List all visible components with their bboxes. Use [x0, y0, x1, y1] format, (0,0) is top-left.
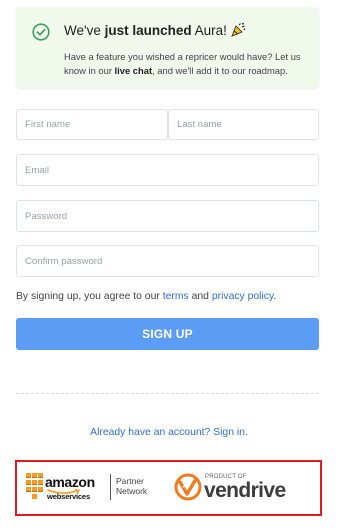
privacy-policy-link[interactable]: privacy policy — [212, 291, 274, 302]
party-popper-icon — [231, 22, 246, 37]
notice-title: We've just launched Aura! — [64, 22, 246, 38]
password-field[interactable] — [16, 200, 319, 232]
terms-notice: By signing up, you agree to our terms an… — [16, 291, 277, 302]
web-services-wordmark: webservices — [47, 492, 90, 501]
vendrive-logo-icon — [174, 473, 202, 501]
partner-network-text: Partner Network — [116, 476, 148, 496]
amazon-wordmark: amazon — [45, 474, 95, 490]
sign-in-link[interactable]: Already have an account? Sign in. — [0, 427, 338, 438]
notice-body: Have a feature you wished a repricer wou… — [64, 51, 301, 76]
last-name-field[interactable] — [168, 109, 319, 140]
launch-notice: We've just launched Aura! Have a feature… — [16, 7, 319, 88]
live-chat-text: live chat — [114, 65, 153, 76]
email-field[interactable] — [16, 154, 319, 186]
vendrive-wordmark: vendrive — [204, 479, 286, 502]
aws-cubes-icon — [26, 473, 43, 499]
divider — [16, 393, 319, 394]
partner-logos: amazon webservices Partner Network PRODU… — [15, 460, 322, 516]
sign-up-button[interactable]: SIGN UP — [16, 318, 319, 350]
confirm-password-field[interactable] — [16, 245, 319, 277]
logo-separator — [110, 474, 111, 500]
terms-link[interactable]: terms — [163, 291, 189, 302]
first-name-field[interactable] — [16, 109, 168, 140]
aws-partner-network-logo: amazon webservices — [25, 470, 101, 504]
check-circle-icon — [32, 23, 50, 41]
